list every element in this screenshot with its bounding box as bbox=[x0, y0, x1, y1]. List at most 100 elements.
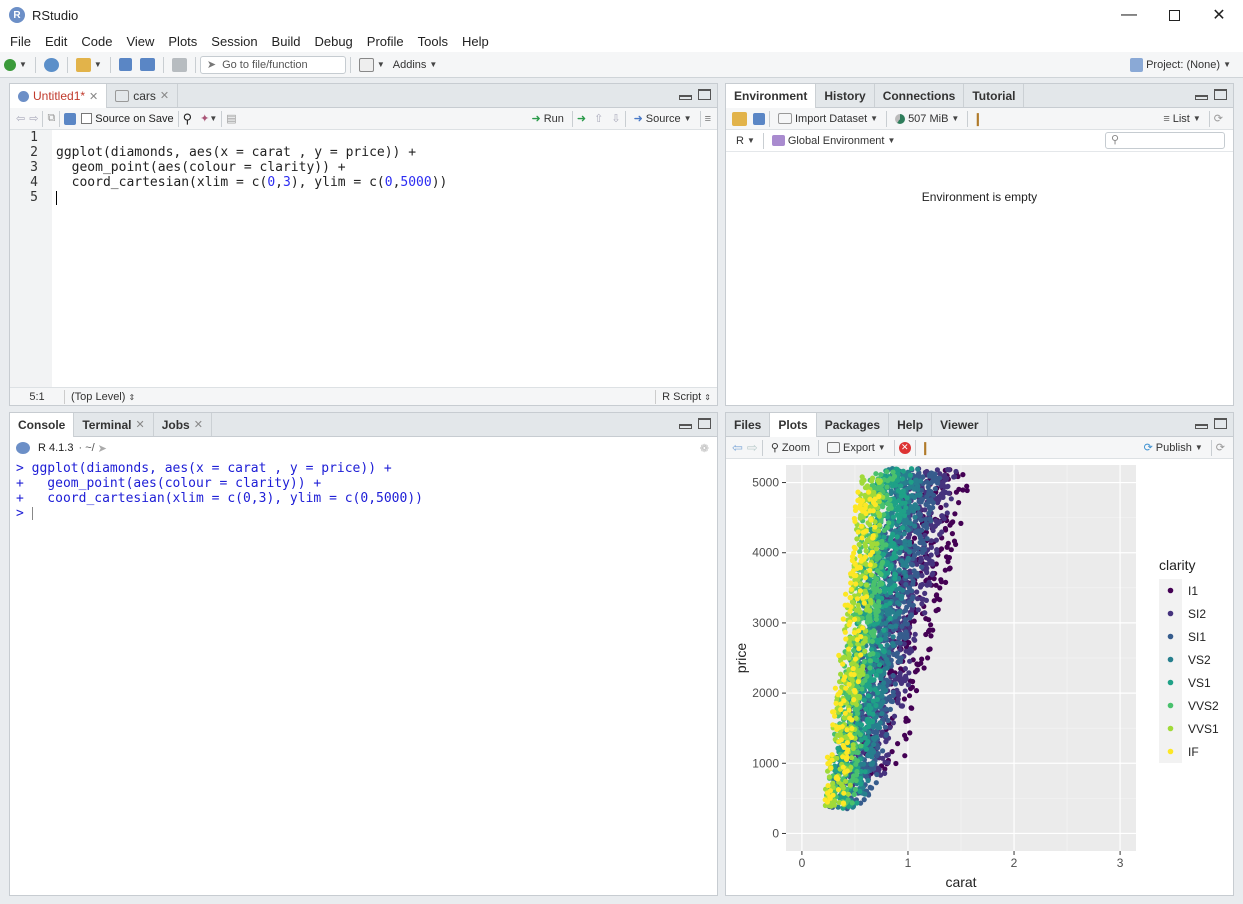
tab-untitled1[interactable]: Untitled1* ✕ bbox=[10, 84, 108, 109]
data-point bbox=[840, 616, 846, 622]
menu-file[interactable]: File bbox=[3, 34, 38, 49]
close-icon[interactable]: ✕ bbox=[1196, 0, 1242, 30]
new-file-button[interactable]: ▼ bbox=[0, 54, 31, 76]
minimize-pane-icon[interactable] bbox=[679, 95, 692, 100]
show-in-window-icon[interactable]: ⧉ bbox=[47, 112, 55, 125]
remove-plot-icon[interactable]: ✕ bbox=[898, 441, 911, 454]
data-point bbox=[867, 658, 873, 664]
data-point bbox=[858, 737, 864, 743]
close-tab-icon[interactable]: ✕ bbox=[194, 418, 203, 431]
tab-console[interactable]: Console bbox=[10, 413, 75, 438]
menu-tools[interactable]: Tools bbox=[411, 34, 455, 49]
view-mode-button[interactable]: ≡ List ▼ bbox=[1159, 108, 1204, 130]
menu-session[interactable]: Session bbox=[204, 34, 264, 49]
forward-arrow-icon[interactable]: ⇨ bbox=[29, 112, 38, 125]
data-point bbox=[862, 648, 868, 654]
menu-build[interactable]: Build bbox=[265, 34, 308, 49]
menu-view[interactable]: View bbox=[119, 34, 161, 49]
back-arrow-icon[interactable]: ⇦ bbox=[16, 112, 25, 125]
maximize-pane-icon[interactable] bbox=[1214, 418, 1227, 429]
minimize-icon[interactable]: — bbox=[1106, 0, 1152, 30]
publish-button[interactable]: ⟳ Publish ▼ bbox=[1140, 437, 1207, 459]
save-all-button[interactable] bbox=[136, 54, 159, 76]
tab-files[interactable]: Files bbox=[726, 413, 771, 436]
goto-directory-icon[interactable]: ➤ bbox=[98, 442, 107, 455]
outline-icon[interactable]: ≡ bbox=[705, 113, 711, 125]
console-output[interactable]: > ggplot(diamonds, aes(x = carat , y = p… bbox=[10, 461, 717, 895]
project-menu-button[interactable]: Project: (None) ▼ bbox=[1126, 54, 1235, 76]
addins-button[interactable]: Addins ▼ bbox=[389, 54, 442, 76]
broom-icon[interactable]: ❙ bbox=[920, 440, 931, 456]
close-tab-icon[interactable]: ✕ bbox=[135, 418, 144, 431]
tab-tutorial[interactable]: Tutorial bbox=[964, 84, 1025, 107]
import-dataset-button[interactable]: Import Dataset ▼ bbox=[774, 108, 882, 130]
data-point bbox=[877, 632, 883, 638]
menu-edit[interactable]: Edit bbox=[38, 34, 74, 49]
save-button[interactable] bbox=[115, 54, 136, 76]
tab-cars[interactable]: cars ✕ bbox=[107, 84, 179, 107]
new-project-button[interactable] bbox=[40, 54, 63, 76]
data-point bbox=[865, 777, 871, 784]
tab-packages[interactable]: Packages bbox=[817, 413, 890, 436]
scope-dropdown[interactable]: Global Environment ▼ bbox=[768, 130, 900, 152]
code-editor[interactable]: 1 2 3 4 5 ggplot(diamonds, aes(x = carat… bbox=[10, 130, 717, 387]
rerun-icon[interactable]: ➜ bbox=[577, 112, 586, 125]
environment-search-input[interactable]: ⚲ bbox=[1105, 132, 1225, 149]
source-button[interactable]: ➜ Source ▼ bbox=[630, 108, 696, 130]
source-on-save-checkbox[interactable] bbox=[81, 113, 93, 124]
pane-layout-button[interactable]: ▼ bbox=[355, 54, 389, 76]
next-plot-icon[interactable]: ⇨ bbox=[747, 440, 758, 456]
minimize-pane-icon[interactable] bbox=[1195, 95, 1208, 100]
close-tab-icon[interactable]: ✕ bbox=[160, 89, 169, 102]
save-icon[interactable] bbox=[64, 112, 77, 125]
menu-profile[interactable]: Profile bbox=[360, 34, 411, 49]
language-selector[interactable]: R ▼ bbox=[732, 130, 759, 152]
memory-usage-button[interactable]: 507 MiB ▼ bbox=[891, 108, 963, 130]
search-icon[interactable]: ⚲ bbox=[183, 111, 193, 127]
down-arrow-icon[interactable]: ⇩ bbox=[611, 112, 620, 125]
data-point bbox=[948, 496, 954, 502]
zoom-button[interactable]: ⚲ Zoom bbox=[767, 437, 814, 459]
maximize-icon[interactable] bbox=[1151, 0, 1197, 30]
maximize-pane-icon[interactable] bbox=[698, 89, 711, 100]
broom-icon[interactable]: ❙ bbox=[972, 111, 983, 127]
print-button[interactable] bbox=[168, 54, 191, 76]
tab-jobs[interactable]: Jobs ✕ bbox=[154, 413, 212, 436]
tab-connections[interactable]: Connections bbox=[875, 84, 965, 107]
up-arrow-icon[interactable]: ⇧ bbox=[594, 112, 603, 125]
open-file-button[interactable]: ▼ bbox=[72, 54, 106, 76]
refresh-icon[interactable]: ⟳ bbox=[1216, 441, 1225, 454]
close-tab-icon[interactable]: ✕ bbox=[89, 90, 98, 103]
tab-history[interactable]: History bbox=[816, 84, 875, 107]
previous-plot-icon[interactable]: ⇦ bbox=[732, 440, 743, 456]
tab-environment[interactable]: Environment bbox=[726, 84, 817, 109]
menu-debug[interactable]: Debug bbox=[307, 34, 359, 49]
maximize-pane-icon[interactable] bbox=[1214, 89, 1227, 100]
tab-plots[interactable]: Plots bbox=[770, 413, 817, 438]
compile-report-icon[interactable]: ▤ bbox=[226, 112, 236, 125]
menu-help[interactable]: Help bbox=[455, 34, 496, 49]
data-point bbox=[837, 689, 843, 695]
menu-code[interactable]: Code bbox=[74, 34, 119, 49]
tab-viewer[interactable]: Viewer bbox=[932, 413, 988, 436]
run-button[interactable]: ➜ Run bbox=[528, 108, 568, 130]
goto-file-input[interactable]: ➤ Go to file/function bbox=[199, 55, 346, 74]
minimize-pane-icon[interactable] bbox=[1195, 424, 1208, 429]
magic-wand-icon[interactable]: ✦ bbox=[200, 112, 209, 125]
file-type-selector[interactable]: R Script ⇕ bbox=[662, 391, 711, 403]
export-button[interactable]: Export ▼ bbox=[823, 437, 890, 459]
data-point bbox=[922, 590, 928, 596]
tab-terminal[interactable]: Terminal ✕ bbox=[74, 413, 154, 436]
minimize-pane-icon[interactable] bbox=[679, 424, 692, 429]
menu-plots[interactable]: Plots bbox=[161, 34, 204, 49]
load-workspace-icon[interactable] bbox=[732, 111, 747, 126]
scope-selector[interactable]: (Top Level) ⇕ bbox=[71, 391, 135, 403]
data-point bbox=[902, 688, 908, 694]
working-directory-label[interactable]: · ~/ bbox=[78, 442, 94, 454]
legend-title: clarity bbox=[1159, 557, 1196, 573]
clear-console-icon[interactable]: ❁ bbox=[700, 442, 709, 455]
tab-help[interactable]: Help bbox=[889, 413, 933, 436]
refresh-icon[interactable]: ⟳ bbox=[1214, 112, 1223, 125]
maximize-pane-icon[interactable] bbox=[698, 418, 711, 429]
save-workspace-icon[interactable] bbox=[753, 112, 765, 125]
